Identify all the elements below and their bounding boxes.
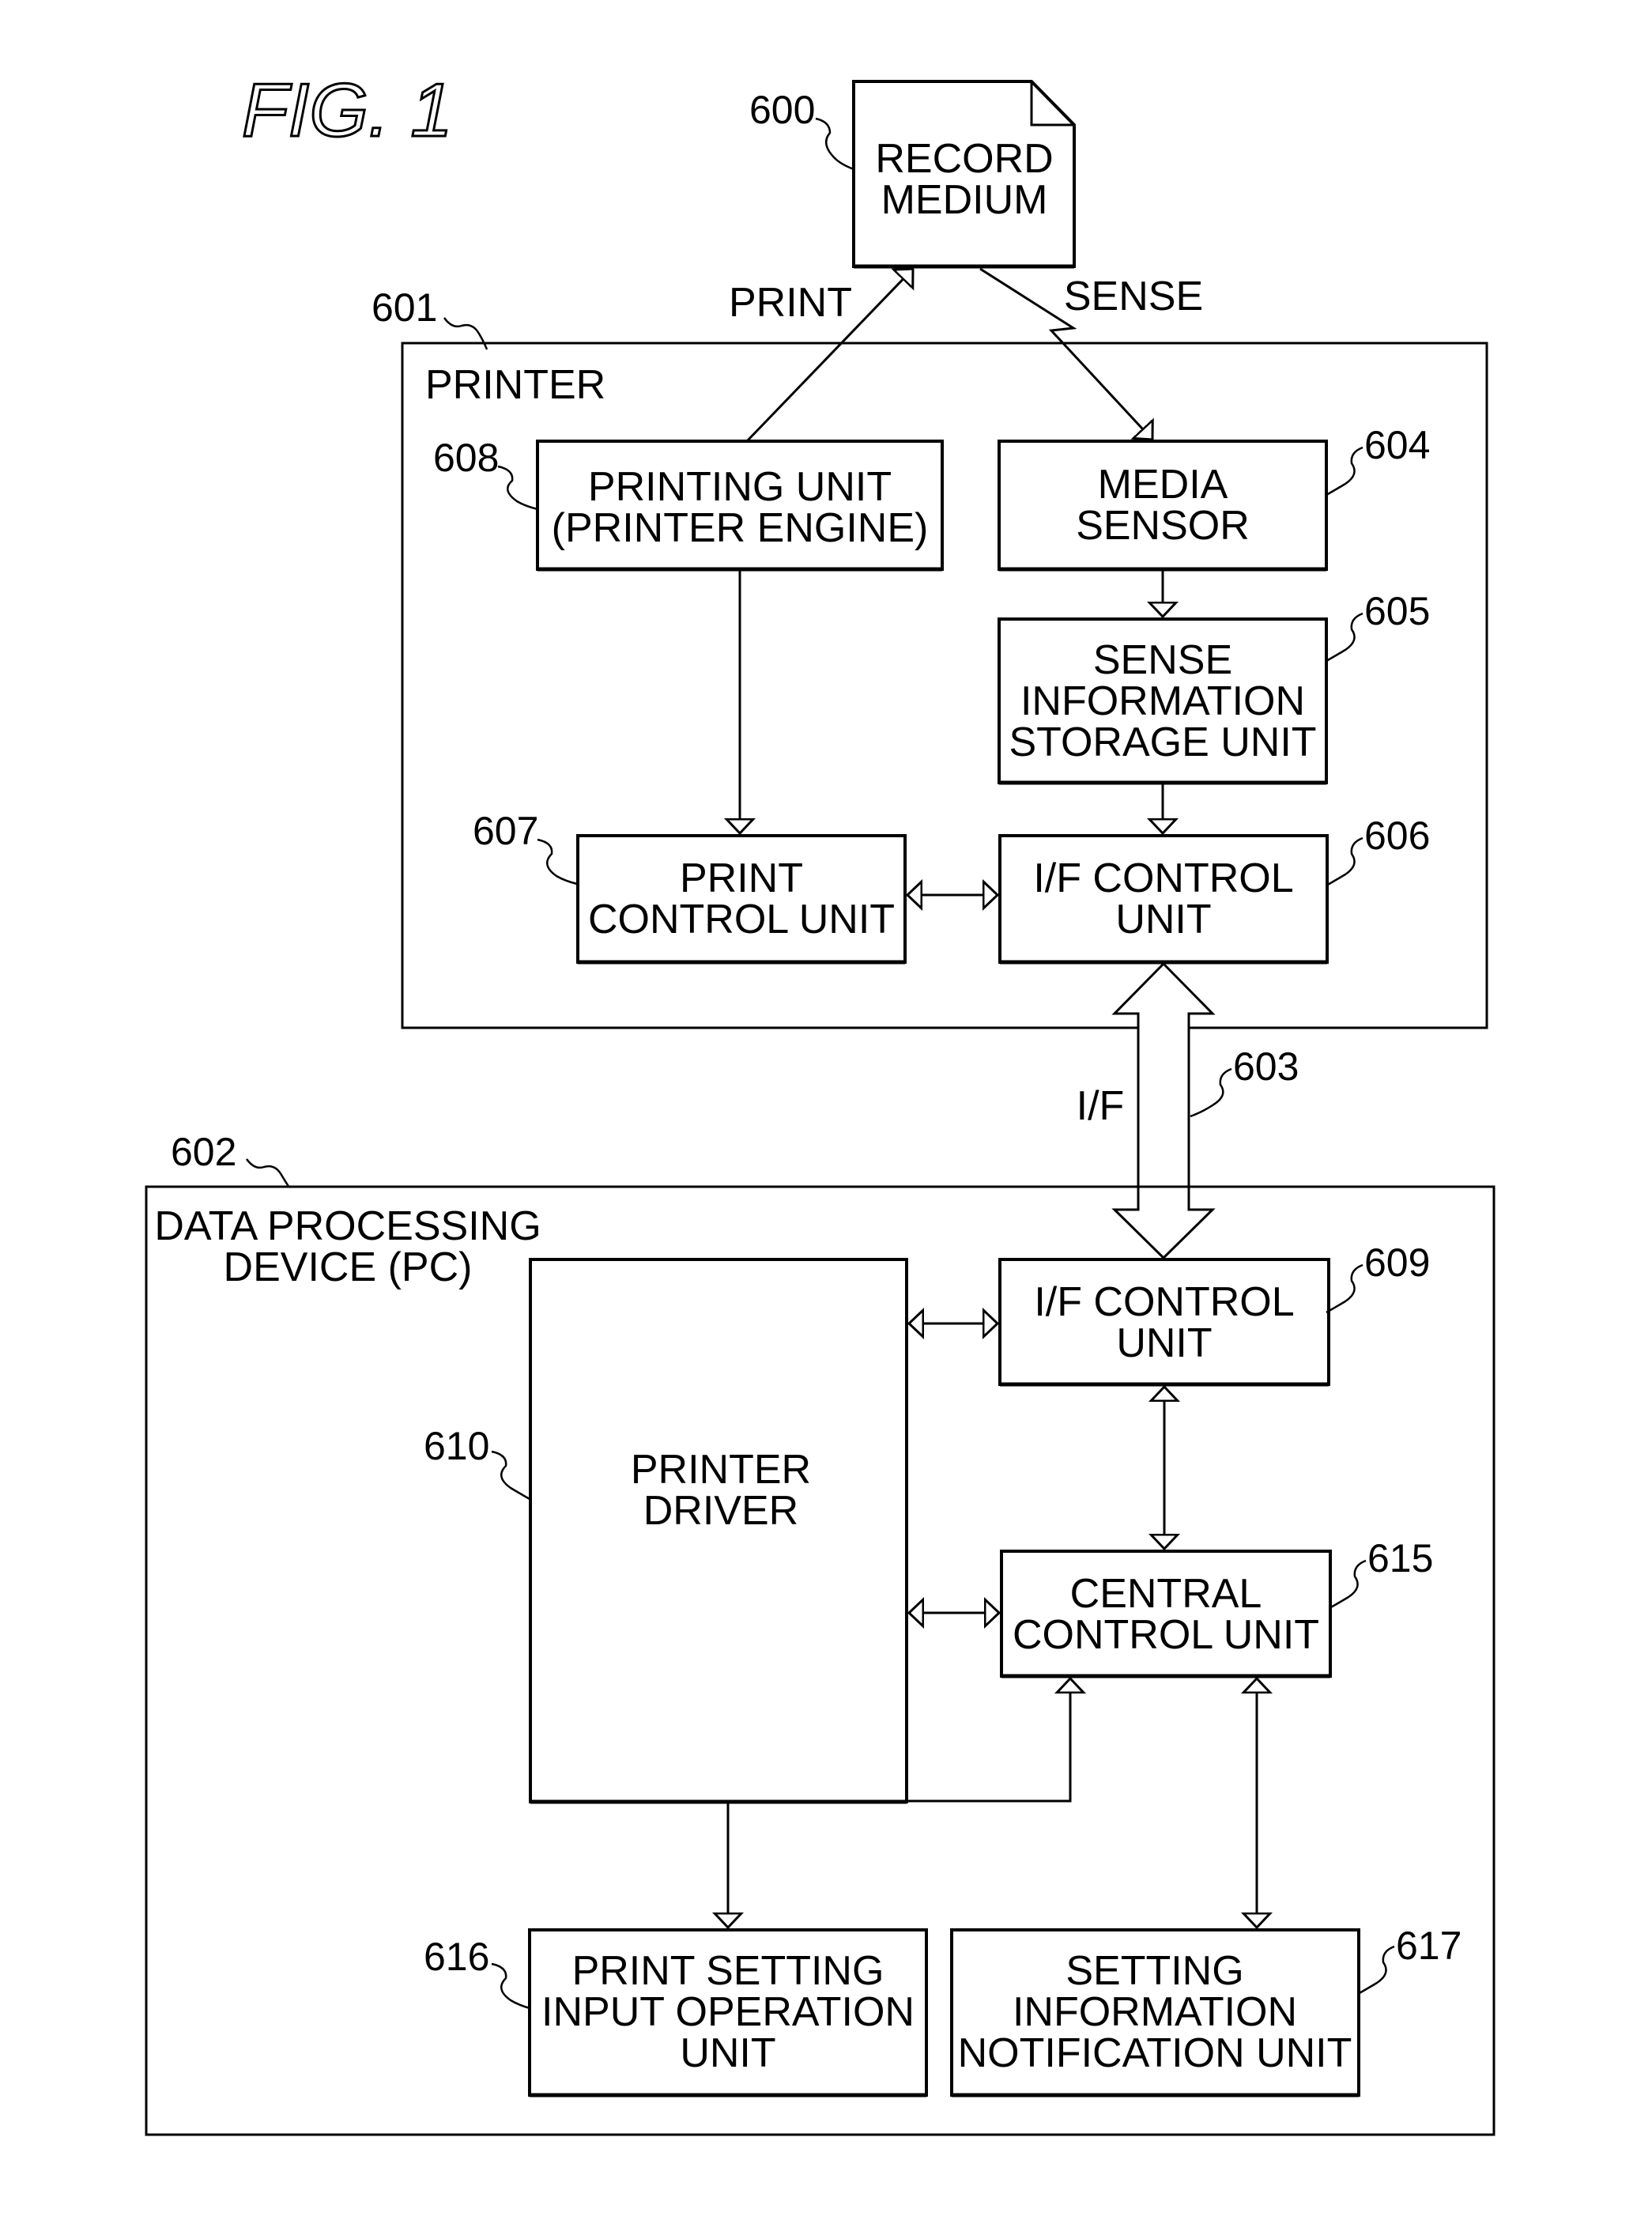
leader-610 xyxy=(491,1450,530,1501)
pc-if-control-label-2: UNIT xyxy=(1116,1320,1212,1366)
setting-notification-label-3: NOTIFICATION UNIT xyxy=(958,2030,1352,2076)
central-control-label-2: CONTROL UNIT xyxy=(1013,1612,1319,1658)
printer-driver-block: PRINTER DRIVER 610 xyxy=(424,1258,908,1804)
ref-601: 601 xyxy=(372,285,437,330)
ref-607: 607 xyxy=(473,809,538,853)
ref-609: 609 xyxy=(1364,1240,1430,1285)
print-control-label-1: PRINT xyxy=(680,855,803,901)
leader-600 xyxy=(815,117,854,171)
sense-storage-label-1: SENSE xyxy=(1093,637,1232,683)
interface-603: I/F 603 xyxy=(1077,961,1299,1260)
printer-title: PRINTER xyxy=(425,362,605,408)
pc-if-control-label-1: I/F CONTROL xyxy=(1034,1279,1294,1325)
media-sensor-block: MEDIA SENSOR 604 xyxy=(998,423,1430,572)
ref-603: 603 xyxy=(1233,1044,1299,1089)
ref-600: 600 xyxy=(749,88,815,132)
leader-602 xyxy=(245,1158,291,1188)
block-diagram: FIG. 1 RECORD MEDIUM 600 PRINT SENSE PRI… xyxy=(145,67,1495,2136)
print-control-label-2: CONTROL UNIT xyxy=(588,897,895,942)
sense-storage-label-3: STORAGE UNIT xyxy=(1009,719,1316,765)
print-setting-input-block: PRINT SETTING INPUT OPERATION UNIT 616 xyxy=(424,1928,928,2098)
record-medium: RECORD MEDIUM 600 xyxy=(749,80,1076,269)
print-control-block: PRINT CONTROL UNIT 607 xyxy=(473,809,907,965)
leader-616 xyxy=(491,1962,530,2010)
print-flow-label: PRINT xyxy=(729,280,852,326)
printer-driver-label-2: DRIVER xyxy=(643,1488,798,1534)
leader-617 xyxy=(1357,1945,1395,1996)
leader-608 xyxy=(497,465,538,511)
print-setting-input-label-1: PRINT SETTING xyxy=(572,1948,884,1994)
ref-615: 615 xyxy=(1367,1536,1433,1580)
media-sensor-label-2: SENSOR xyxy=(1076,503,1250,549)
ref-616: 616 xyxy=(424,1935,489,1979)
ref-606: 606 xyxy=(1364,814,1430,858)
sense-storage-block: SENSE INFORMATION STORAGE UNIT 605 xyxy=(998,589,1430,785)
printing-unit-label-1: PRINTING UNIT xyxy=(588,464,892,510)
interface-bus-arrow xyxy=(1111,961,1216,1260)
printer-if-control-label-1: I/F CONTROL xyxy=(1033,855,1293,901)
ref-608: 608 xyxy=(433,436,499,480)
ref-605: 605 xyxy=(1364,589,1430,633)
setting-notification-label-2: INFORMATION xyxy=(1013,1989,1297,2035)
pc-title-1: DATA PROCESSING xyxy=(154,1203,541,1249)
record-medium-label-2: MEDIUM xyxy=(881,177,1048,223)
leader-603 xyxy=(1190,1067,1232,1118)
setting-notification-block: SETTING INFORMATION NOTIFICATION UNIT 61… xyxy=(950,1924,1462,2098)
leader-609 xyxy=(1326,1263,1363,1314)
sense-flow-label: SENSE xyxy=(1064,274,1203,319)
leader-604 xyxy=(1326,446,1363,497)
leader-615 xyxy=(1329,1559,1367,1610)
leader-606 xyxy=(1326,836,1363,887)
figure-title: FIG. 1 xyxy=(242,68,453,153)
leader-607 xyxy=(537,838,578,885)
leader-605 xyxy=(1326,612,1363,663)
central-control-block: CENTRAL CONTROL UNIT 615 xyxy=(1000,1536,1433,1678)
printing-unit-label-2: (PRINTER ENGINE) xyxy=(552,505,929,551)
print-setting-input-label-2: INPUT OPERATION xyxy=(541,1989,915,2035)
record-medium-label-1: RECORD xyxy=(875,136,1053,182)
leader-601 xyxy=(443,317,488,350)
printer-if-control-block: I/F CONTROL UNIT 606 xyxy=(998,814,1430,965)
printer-driver-label-1: PRINTER xyxy=(631,1447,811,1493)
pc-title-2: DEVICE (PC) xyxy=(224,1244,473,1290)
ref-617: 617 xyxy=(1396,1924,1462,1968)
ref-610: 610 xyxy=(424,1424,489,1468)
media-sensor-label-1: MEDIA xyxy=(1098,462,1228,508)
printing-unit-block: PRINTING UNIT (PRINTER ENGINE) 608 xyxy=(433,436,944,572)
pc-if-control-block: I/F CONTROL UNIT 609 xyxy=(998,1240,1430,1387)
central-control-label-1: CENTRAL xyxy=(1070,1571,1262,1617)
ref-602: 602 xyxy=(171,1130,236,1174)
print-setting-input-label-3: UNIT xyxy=(680,2030,775,2076)
setting-notification-label-1: SETTING xyxy=(1066,1948,1243,1994)
ref-604: 604 xyxy=(1364,423,1430,467)
sense-storage-label-2: INFORMATION xyxy=(1020,678,1305,724)
printer-if-control-label-2: UNIT xyxy=(1115,897,1211,942)
interface-label: I/F xyxy=(1077,1083,1125,1129)
